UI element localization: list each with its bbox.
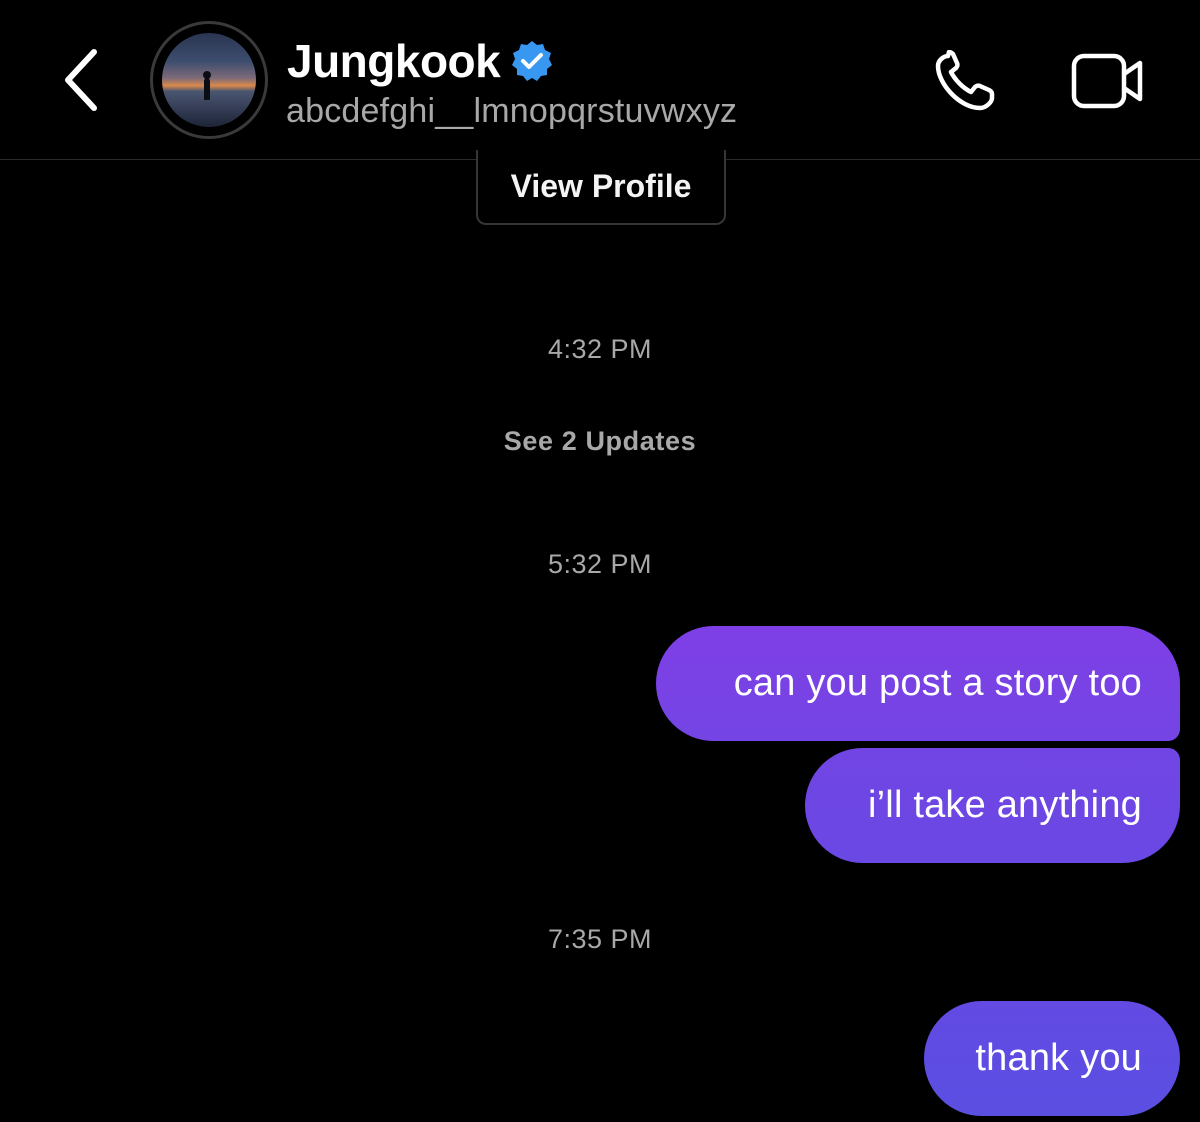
message-timestamp: 7:35 PM — [547, 924, 653, 954]
audio-call-button[interactable] — [930, 49, 1002, 114]
avatar-photo — [162, 33, 256, 127]
contact-username: abcdefghi__lmnopqrstuvwxyz — [286, 92, 738, 130]
video-call-button[interactable] — [1070, 50, 1146, 112]
message-timestamp: 5:32 PM — [547, 549, 653, 579]
dm-thread-screen: Jungkook abcdefghi__lmnopqrstuvwxyz View… — [0, 0, 1200, 1122]
phone-icon — [935, 49, 995, 111]
sent-message-bubble[interactable]: i’ll take anything — [805, 748, 1180, 863]
contact-name: Jungkook — [287, 35, 501, 87]
verified-badge-icon — [512, 41, 553, 81]
message-timestamp: 4:32 PM — [547, 334, 653, 364]
conversation-header: Jungkook abcdefghi__lmnopqrstuvwxyz — [0, 0, 1200, 160]
video-camera-icon — [1071, 53, 1143, 109]
sent-message-bubble[interactable]: thank you — [924, 1001, 1180, 1116]
see-updates-link[interactable]: See 2 Updates — [0, 426, 1200, 457]
avatar-silhouette — [203, 71, 212, 101]
sent-message-bubble[interactable]: can you post a story too — [656, 626, 1180, 741]
message-text: can you post a story too — [733, 662, 1142, 704]
message-text: thank you — [975, 1037, 1142, 1079]
chevron-left-icon — [65, 49, 97, 111]
message-text: i’ll take anything — [868, 784, 1142, 826]
back-button[interactable] — [56, 44, 106, 116]
view-profile-button[interactable]: View Profile — [476, 150, 726, 225]
contact-name-row[interactable]: Jungkook — [287, 33, 554, 89]
contact-avatar[interactable] — [150, 21, 268, 139]
